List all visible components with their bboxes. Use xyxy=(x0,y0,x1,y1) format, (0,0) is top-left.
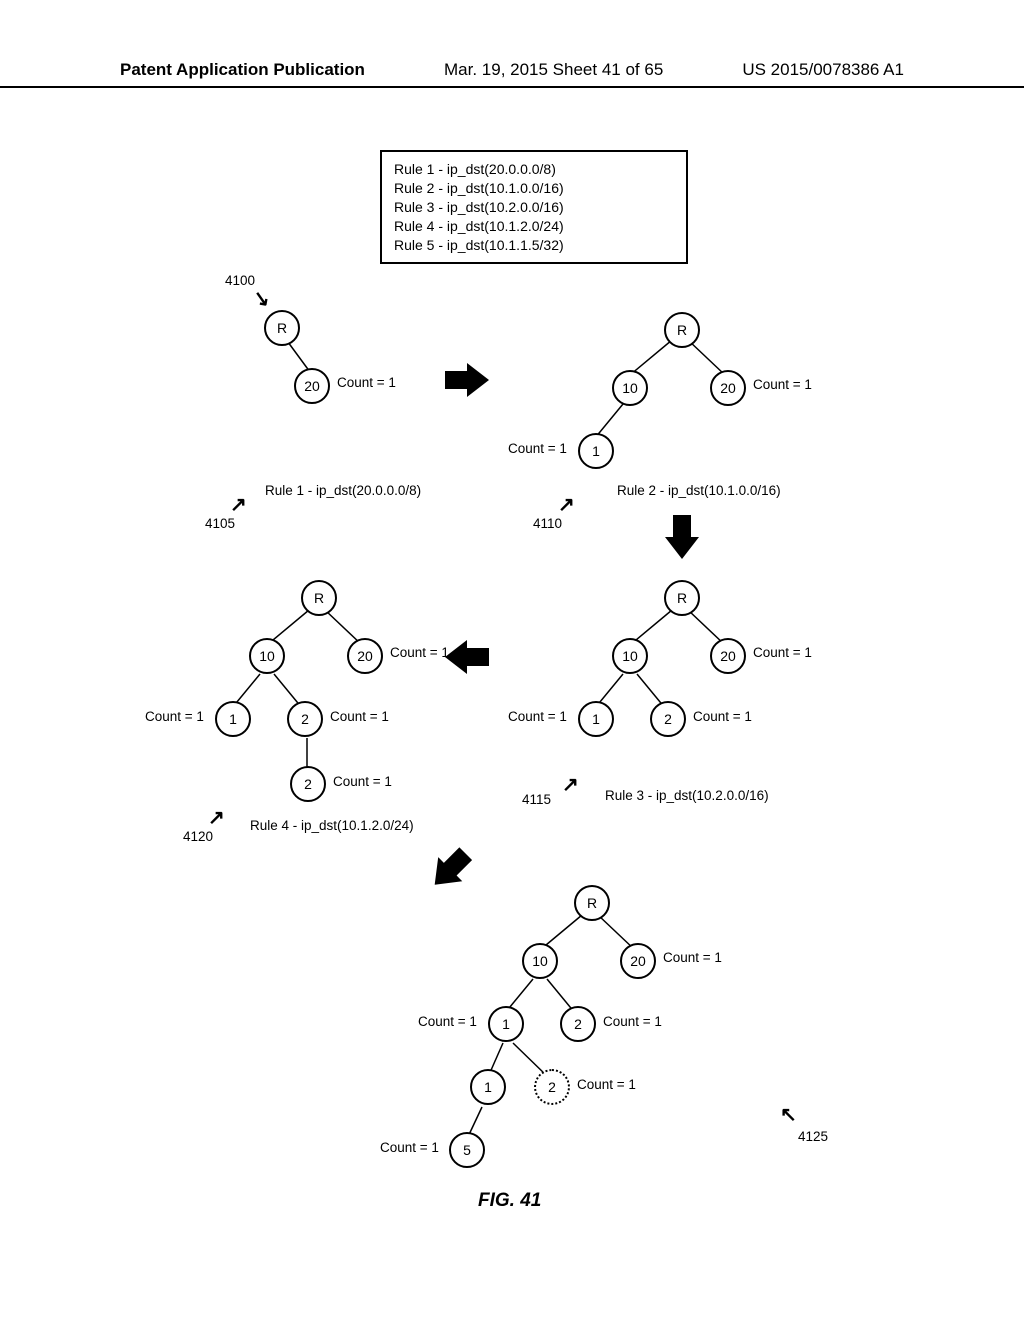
tree4125-count-20: Count = 1 xyxy=(663,950,722,965)
header-left: Patent Application Publication xyxy=(120,60,365,80)
ref-4120: 4120 xyxy=(183,829,213,844)
ref-4120-arrow: ↗ xyxy=(208,808,225,828)
tree4115-node-20: 20 xyxy=(710,638,746,674)
tree4115-count-2: Count = 1 xyxy=(693,709,752,724)
figure-canvas: Rule 1 - ip_dst(20.0.0.0/8) Rule 2 - ip_… xyxy=(0,100,1024,1260)
step-4120-label: Rule 4 - ip_dst(10.1.2.0/24) xyxy=(250,818,414,833)
tree4100-count-20: Count = 1 xyxy=(337,375,396,390)
tree4125-count-5: Count = 1 xyxy=(380,1140,439,1155)
header-right: US 2015/0078386 A1 xyxy=(742,60,904,80)
tree4120-count-20: Count = 1 xyxy=(390,645,449,660)
step-4115-label: Rule 3 - ip_dst(10.2.0.0/16) xyxy=(605,788,769,803)
arrow-diag-1 xyxy=(419,842,485,908)
tree4125-node-r: R xyxy=(574,885,610,921)
tree4110-count-20: Count = 1 xyxy=(753,377,812,392)
page-header: Patent Application Publication Mar. 19, … xyxy=(0,60,1024,88)
tree4125-count-2b: Count = 1 xyxy=(577,1077,636,1092)
ref-4115: 4115 xyxy=(522,792,551,807)
tree4120-count-1: Count = 1 xyxy=(145,709,204,724)
tree4125-node-2a: 2 xyxy=(560,1006,596,1042)
tree4125-count-2a: Count = 1 xyxy=(603,1014,662,1029)
ref-4125: 4125 xyxy=(798,1129,828,1144)
tree4120-node-r: R xyxy=(301,580,337,616)
tree4120-node-2b: 2 xyxy=(290,766,326,802)
figure-caption: FIG. 41 xyxy=(478,1190,541,1212)
header-center: Mar. 19, 2015 Sheet 41 of 65 xyxy=(444,60,663,80)
tree4125-count-1a: Count = 1 xyxy=(418,1014,477,1029)
tree4125-node-2b: 2 xyxy=(534,1069,570,1105)
ref-4100-arrow: ↘ xyxy=(251,288,271,311)
tree4115-node-10: 10 xyxy=(612,638,648,674)
tree4120-count-2b: Count = 1 xyxy=(333,774,392,789)
tree4125-node-10: 10 xyxy=(522,943,558,979)
tree4115-node-r: R xyxy=(664,580,700,616)
tree4100-node-20: 20 xyxy=(294,368,330,404)
ref-4125-arrow: ↖ xyxy=(780,1105,797,1125)
tree4110-count-1: Count = 1 xyxy=(508,441,567,456)
rule-3: Rule 3 - ip_dst(10.2.0.0/16) xyxy=(394,198,674,217)
rule-5: Rule 5 - ip_dst(10.1.1.5/32) xyxy=(394,236,674,255)
tree4125-node-20: 20 xyxy=(620,943,656,979)
tree4110-node-r: R xyxy=(664,312,700,348)
arrow-left-1 xyxy=(445,640,489,679)
rule-1: Rule 1 - ip_dst(20.0.0.0/8) xyxy=(394,160,674,179)
ref-4110-arrow: ↗ xyxy=(558,495,575,515)
rule-2: Rule 2 - ip_dst(10.1.0.0/16) xyxy=(394,179,674,198)
ref-4105-arrow: ↗ xyxy=(230,495,247,515)
tree4115-node-2: 2 xyxy=(650,701,686,737)
rule-4: Rule 4 - ip_dst(10.1.2.0/24) xyxy=(394,217,674,236)
tree4115-node-1: 1 xyxy=(578,701,614,737)
arrow-right-1 xyxy=(445,363,489,402)
ref-4115-arrow: ↗ xyxy=(562,775,579,795)
tree4120-node-20: 20 xyxy=(347,638,383,674)
tree4100-node-r: R xyxy=(264,310,300,346)
tree4125-node-5: 5 xyxy=(449,1132,485,1168)
tree4125-node-1a: 1 xyxy=(488,1006,524,1042)
ref-4105: 4105 xyxy=(205,516,235,531)
arrow-down-1 xyxy=(665,515,699,564)
tree4110-node-1: 1 xyxy=(578,433,614,469)
tree4110-node-20: 20 xyxy=(710,370,746,406)
rules-box: Rule 1 - ip_dst(20.0.0.0/8) Rule 2 - ip_… xyxy=(380,150,688,264)
tree4120-node-1: 1 xyxy=(215,701,251,737)
tree-lines xyxy=(0,100,1024,1260)
step-4105-label: Rule 1 - ip_dst(20.0.0.0/8) xyxy=(265,483,421,498)
tree4120-count-2a: Count = 1 xyxy=(330,709,389,724)
tree4120-node-10: 10 xyxy=(249,638,285,674)
tree4115-count-20: Count = 1 xyxy=(753,645,812,660)
tree4115-count-1: Count = 1 xyxy=(508,709,567,724)
ref-4100: 4100 xyxy=(225,273,255,288)
tree4120-node-2a: 2 xyxy=(287,701,323,737)
tree4125-node-1b: 1 xyxy=(470,1069,506,1105)
step-4110-label: Rule 2 - ip_dst(10.1.0.0/16) xyxy=(617,483,781,498)
ref-4110: 4110 xyxy=(533,516,562,531)
tree4110-node-10: 10 xyxy=(612,370,648,406)
